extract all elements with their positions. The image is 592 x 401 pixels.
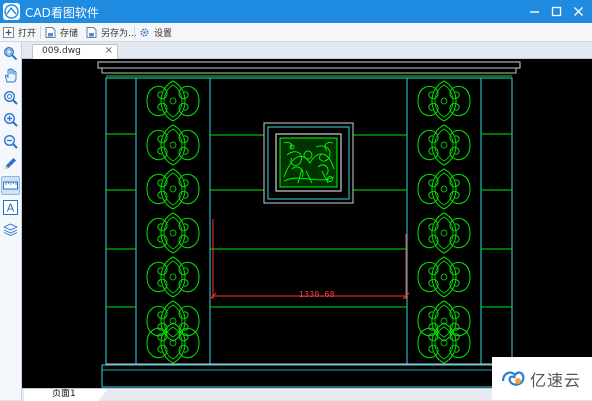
main-toolbar: 打开 存储 另存为... 设置 [0, 23, 592, 42]
document-tab-bar: 009.dwg × [22, 42, 592, 59]
center-picture-frame [263, 122, 354, 204]
zoom-in-icon [4, 113, 18, 127]
layout-tab-page1[interactable]: 页面1 [24, 389, 108, 401]
right-ornament-column [417, 80, 471, 364]
pilaster-frame [105, 77, 513, 365]
zoom-window-icon [4, 47, 18, 61]
layout-tab-label: 页面1 [52, 389, 76, 399]
maximize-icon [551, 6, 562, 17]
save-icon [45, 27, 56, 38]
close-button[interactable] [567, 0, 590, 23]
hearth-base [101, 363, 517, 388]
left-ornament-column [146, 80, 200, 364]
close-tab-icon[interactable]: × [105, 45, 113, 56]
save-as-label: 另存为... [101, 29, 137, 39]
minimize-button[interactable] [523, 0, 546, 23]
toolbar-divider [134, 26, 135, 39]
tool-palette: A [0, 42, 22, 400]
settings-icon [139, 27, 150, 38]
zoom-extents-button[interactable] [1, 88, 20, 107]
minimize-icon [530, 11, 539, 13]
cad-viewer-window: CAD看图软件 打开 存储 另存为... 设置 A 009.dwg × 1330… [0, 0, 592, 401]
pan-button[interactable] [1, 66, 20, 85]
toolbar-divider [40, 26, 41, 39]
cornice [97, 61, 521, 79]
save-button[interactable]: 存储 [45, 25, 78, 40]
dimension-label: 1330.68 [299, 290, 335, 299]
zoom-extents-icon [4, 91, 18, 105]
pencil-button[interactable] [1, 154, 20, 173]
document-tab[interactable]: 009.dwg × [32, 44, 118, 59]
save-as-button[interactable]: 另存为... [86, 25, 137, 40]
text-tool-glyph: A [7, 202, 15, 215]
zoom-in-button[interactable] [1, 110, 20, 129]
window-title: CAD看图软件 [25, 6, 99, 20]
maximize-button[interactable] [545, 0, 568, 23]
zoom-out-button[interactable] [1, 132, 20, 151]
pan-hand-icon [4, 68, 17, 83]
text-tool-button[interactable]: A [1, 198, 20, 217]
save-as-icon [86, 27, 97, 38]
dimension-line [209, 219, 410, 300]
layers-icon [3, 223, 18, 236]
app-logo-icon [3, 3, 20, 20]
save-label: 存储 [60, 29, 79, 39]
document-tab-label: 009.dwg [42, 46, 81, 56]
title-bar[interactable]: CAD看图软件 [0, 0, 592, 23]
pencil-icon [5, 158, 16, 169]
cad-drawing [97, 61, 521, 388]
text-icon: A [3, 200, 18, 215]
open-icon [3, 27, 14, 38]
open-button[interactable]: 打开 [3, 25, 36, 40]
watermark-logo-icon [501, 371, 525, 386]
open-label: 打开 [18, 29, 37, 39]
watermark-text: 亿速云 [530, 371, 582, 390]
zoom-out-icon [4, 135, 18, 149]
measure-icon [3, 181, 18, 190]
drawing-canvas[interactable]: 1330.68 [22, 59, 592, 388]
settings-button[interactable]: 设置 [139, 25, 172, 40]
measure-button[interactable] [1, 176, 20, 195]
settings-label: 设置 [154, 29, 173, 39]
zoom-window-button[interactable] [1, 44, 20, 63]
layers-button[interactable] [1, 220, 20, 239]
close-icon [574, 7, 583, 16]
watermark: 亿速云 [492, 357, 592, 400]
